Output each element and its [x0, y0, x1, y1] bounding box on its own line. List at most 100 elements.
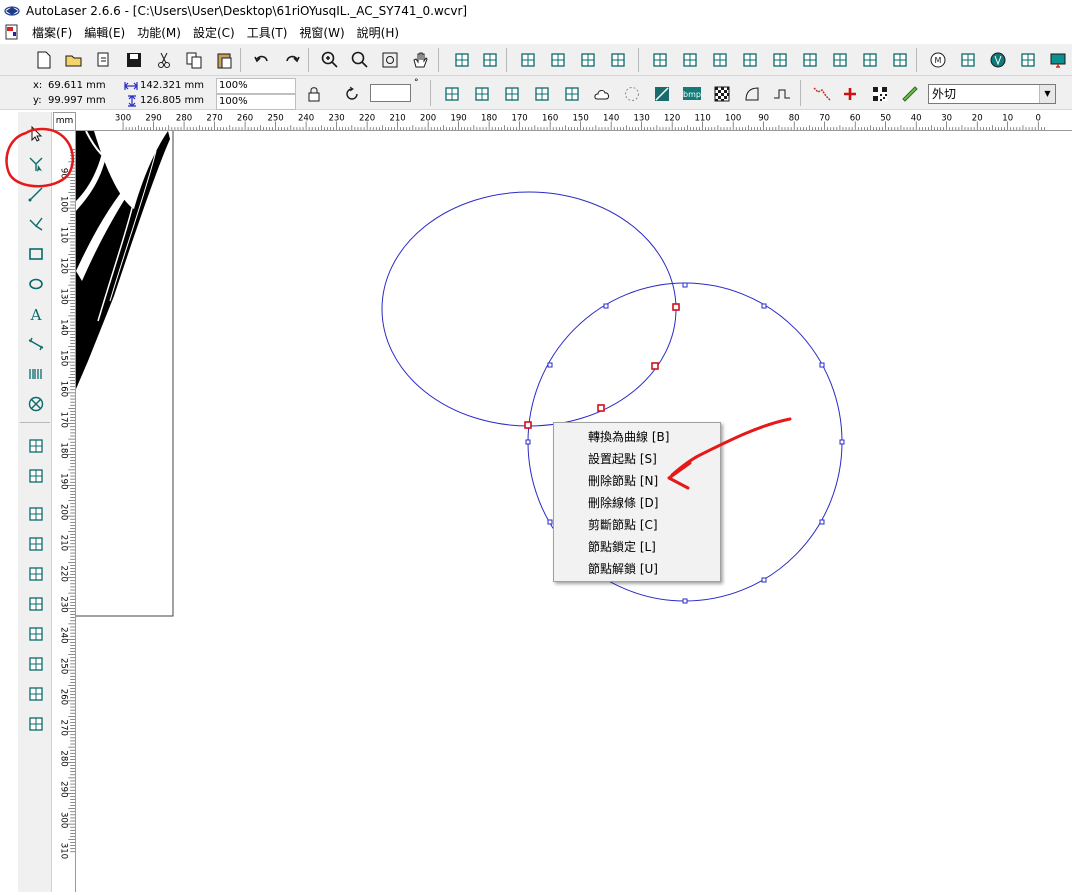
import-button[interactable] — [92, 48, 116, 72]
frame-button[interactable] — [546, 48, 570, 72]
convert-to-curve-item[interactable]: 轉換為曲線 [B] — [554, 426, 720, 448]
set-start-point-item[interactable]: 設置起點 [S] — [554, 448, 720, 470]
align-top-tool-button[interactable] — [22, 590, 50, 618]
zigzag-button[interactable] — [810, 82, 834, 106]
distribute-v-button[interactable] — [470, 82, 494, 106]
bounding-button[interactable] — [1016, 48, 1040, 72]
bitmap-image[interactable] — [76, 130, 170, 389]
align-left-tool-button[interactable] — [22, 500, 50, 528]
ungroup-button[interactable] — [478, 48, 502, 72]
ellipse-button[interactable] — [22, 270, 50, 298]
qr-code-button[interactable] — [868, 82, 892, 106]
distribute-h-button[interactable] — [440, 82, 464, 106]
layer-button[interactable] — [606, 48, 630, 72]
open-folder-button[interactable] — [62, 48, 86, 72]
pulse-button[interactable] — [770, 82, 794, 106]
expand-button[interactable] — [828, 48, 852, 72]
save-button[interactable] — [122, 48, 146, 72]
paste-button[interactable] — [212, 48, 236, 72]
mirror-v-button[interactable] — [22, 462, 50, 490]
same-width-button[interactable] — [22, 680, 50, 708]
align-right-button[interactable] — [768, 48, 792, 72]
horizontal-ruler[interactable]: 300 290 280 270 260 250 240 230 220 210 200 190 180 1… — [76, 112, 1072, 131]
size-button[interactable] — [798, 48, 822, 72]
delete-line-item[interactable]: 刪除線條 [D] — [554, 492, 720, 514]
shrink-button[interactable] — [858, 48, 882, 72]
zoom-fit-button[interactable] — [378, 48, 402, 72]
pointer-button[interactable] — [22, 120, 50, 148]
align-bottom-tool-button[interactable] — [22, 650, 50, 678]
measure-button[interactable] — [22, 330, 50, 358]
grid-button[interactable] — [576, 48, 600, 72]
monitor-button[interactable] — [1046, 48, 1070, 72]
menu-help[interactable]: 說明(H) — [351, 24, 405, 41]
lock-node-item[interactable]: 節點鎖定 [L] — [554, 536, 720, 558]
copy-button[interactable] — [182, 48, 206, 72]
cut-node-item[interactable]: 剪斷節點 [C] — [554, 514, 720, 536]
new-file-button[interactable] — [32, 48, 56, 72]
menu-function[interactable]: 功能(M) — [131, 24, 187, 41]
menu-settings[interactable]: 設定(C) — [187, 24, 241, 41]
center-v-button[interactable] — [22, 620, 50, 648]
menu-window[interactable]: 視窗(W) — [293, 24, 350, 41]
delete-node-item[interactable]: 刪除節點 [N] — [554, 470, 720, 492]
zoom-select-button[interactable] — [348, 48, 372, 72]
x-coordinate: 69.611 mm — [48, 80, 106, 91]
vertical-ruler[interactable]: 9010011012013014015016017018019020021022… — [53, 131, 76, 892]
text-button[interactable]: A — [22, 300, 50, 328]
brand-button[interactable] — [986, 48, 1010, 72]
menu-file[interactable]: 檔案(F) — [26, 24, 78, 41]
cut-button[interactable] — [152, 48, 176, 72]
circle-dash-button[interactable] — [620, 82, 644, 106]
menu-tools[interactable]: 工具(T) — [241, 24, 294, 41]
circle-cross-button[interactable] — [22, 390, 50, 418]
list-button[interactable] — [956, 48, 980, 72]
lock-button[interactable] — [302, 82, 326, 106]
zoom-in-button[interactable] — [318, 48, 342, 72]
curve-tool-button[interactable] — [740, 82, 764, 106]
pan-hand-button[interactable] — [408, 48, 432, 72]
cloud-button[interactable] — [590, 82, 614, 106]
align-center-button[interactable] — [708, 48, 732, 72]
unlock-node-item[interactable]: 節點解鎖 [U] — [554, 558, 720, 580]
bmp-button[interactable]: bmp — [680, 82, 704, 106]
polyline-icon — [29, 217, 43, 231]
align-left-button[interactable] — [738, 48, 762, 72]
line-button[interactable] — [22, 180, 50, 208]
menu-edit[interactable]: 編輯(E) — [78, 24, 131, 41]
redo-button[interactable] — [280, 48, 304, 72]
resize-button[interactable] — [888, 48, 912, 72]
ellipse-shape[interactable] — [381, 191, 677, 427]
rotate-button[interactable] — [340, 82, 364, 106]
cut-mode-select[interactable]: 外切 ▼ — [928, 84, 1056, 104]
align-middle-button[interactable] — [678, 48, 702, 72]
checker-button[interactable] — [710, 82, 734, 106]
save-icon — [127, 53, 141, 67]
spacing-button[interactable] — [560, 82, 584, 106]
mirror-h-button[interactable] — [22, 432, 50, 460]
center-v-icon — [29, 627, 43, 641]
node-edit-button[interactable] — [22, 150, 50, 178]
width-ratio-input[interactable]: 100% — [216, 78, 296, 94]
polyline-button[interactable] — [22, 210, 50, 238]
chevron-down-icon[interactable]: ▼ — [1039, 85, 1055, 103]
center-h-button[interactable] — [22, 530, 50, 558]
align-right-tool-button[interactable] — [22, 560, 50, 588]
same-height-button[interactable] — [22, 710, 50, 738]
flip-button[interactable] — [500, 82, 524, 106]
undo-button[interactable] — [250, 48, 274, 72]
barcode-button[interactable] — [22, 360, 50, 388]
node-connect-button[interactable] — [516, 48, 540, 72]
group-button[interactable] — [450, 48, 474, 72]
rotation-angle-input[interactable] — [370, 84, 411, 102]
ruler-button[interactable] — [898, 82, 922, 106]
mirror-button[interactable] — [530, 82, 554, 106]
height-ratio-input[interactable]: 100% — [216, 94, 296, 110]
width-arrow-icon — [124, 82, 138, 90]
cross-button[interactable] — [838, 82, 862, 106]
machine-button[interactable]: M — [926, 48, 950, 72]
rectangle-button[interactable] — [22, 240, 50, 268]
image-button[interactable] — [650, 82, 674, 106]
align-top-button[interactable] — [648, 48, 672, 72]
toolbar-separator — [20, 422, 50, 423]
